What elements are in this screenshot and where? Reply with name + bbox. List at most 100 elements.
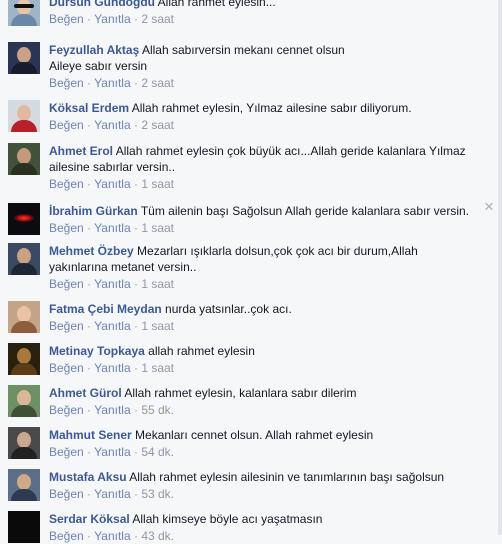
comment-text: Allah rahmet eylesin, Yılmaz ailesine sa… <box>131 101 412 115</box>
comment-actions: Beğen · Yanıtla · 55 dk. <box>49 402 489 418</box>
separator: · <box>87 76 92 90</box>
avatar[interactable] <box>8 0 40 26</box>
like-button[interactable]: Beğen <box>49 277 84 291</box>
comment-text: Allah rahmet eylesin çok büyük acı...All… <box>115 144 466 158</box>
comment-author[interactable]: Fatma Çebi Meydan <box>49 302 162 316</box>
separator: · <box>133 487 138 501</box>
comment-text: Allah rahmet eylesin ailesinin ve tanıml… <box>129 470 445 484</box>
reply-button[interactable]: Yanıtla <box>94 445 130 459</box>
scroll-edge <box>498 0 502 535</box>
avatar[interactable] <box>8 143 40 175</box>
avatar[interactable] <box>8 511 40 543</box>
comment-time[interactable]: 1 saat <box>141 319 174 333</box>
comment-actions: Beğen · Yanıtla · 1 saat <box>49 276 489 292</box>
separator: · <box>133 361 138 375</box>
comment-author[interactable]: Ahmet Gürol <box>49 386 122 400</box>
avatar[interactable] <box>8 385 40 417</box>
comment-author[interactable]: Mehmet Özbey <box>49 244 134 258</box>
like-button[interactable]: Beğen <box>49 221 84 235</box>
comment-time[interactable]: 1 saat <box>141 177 174 191</box>
separator: · <box>87 445 92 459</box>
comment-time[interactable]: 53 dk. <box>141 487 174 501</box>
like-button[interactable]: Beğen <box>49 177 84 191</box>
separator: · <box>133 319 138 333</box>
comment-actions: Beğen · Yanıtla · 2 saat <box>49 75 489 91</box>
like-button[interactable]: Beğen <box>49 76 84 90</box>
comment-text: allah rahmet eylesin <box>148 344 255 358</box>
avatar[interactable] <box>8 427 40 459</box>
comment-text: Allah rahmet eylesin... <box>157 0 276 9</box>
separator: · <box>133 12 138 26</box>
comment-author[interactable]: Köksal Erdem <box>49 101 129 115</box>
reply-button[interactable]: Yanıtla <box>94 361 130 375</box>
like-button[interactable]: Beğen <box>49 361 84 375</box>
separator: · <box>87 118 92 132</box>
comment-text: Allah rahmet eylesin, kalanlara sabır di… <box>124 386 357 400</box>
comment-body: Köksal Erdem Allah rahmet eylesin, Yılma… <box>49 100 489 133</box>
like-button[interactable]: Beğen <box>49 403 84 417</box>
comment-time[interactable]: 55 dk. <box>141 403 174 417</box>
comment-text: Mekanları cennet olsun. Allah rahmet eyl… <box>135 428 374 442</box>
avatar[interactable] <box>8 203 40 235</box>
comment-time[interactable]: 2 saat <box>141 12 174 26</box>
separator: · <box>133 529 138 543</box>
avatar[interactable] <box>8 42 40 74</box>
comment-body: Dursun Gündoğdu Allah rahmet eylesin... … <box>49 0 489 27</box>
separator: · <box>87 221 92 235</box>
comment-author[interactable]: Mustafa Aksu <box>49 470 127 484</box>
comment-text: Mezarları ışıklarla dolsun,çok çok acı b… <box>137 244 418 258</box>
comment-body: Serdar Köksal Allah kimseye böyle acı ya… <box>49 511 489 544</box>
comment-author[interactable]: Serdar Köksal <box>49 512 130 526</box>
reply-button[interactable]: Yanıtla <box>94 118 130 132</box>
separator: · <box>87 12 92 26</box>
like-button[interactable]: Beğen <box>49 487 84 501</box>
like-button[interactable]: Beğen <box>49 12 84 26</box>
comment-author[interactable]: İbrahim Gürkan <box>49 204 138 218</box>
reply-button[interactable]: Yanıtla <box>94 76 130 90</box>
comment-time[interactable]: 1 saat <box>141 221 174 235</box>
reply-button[interactable]: Yanıtla <box>94 403 130 417</box>
comment-text-continued: yakınlarına metanet versin.. <box>49 260 197 274</box>
avatar[interactable] <box>8 243 40 275</box>
reply-button[interactable]: Yanıtla <box>94 319 130 333</box>
reply-button[interactable]: Yanıtla <box>94 177 130 191</box>
reply-button[interactable]: Yanıtla <box>94 529 130 543</box>
like-button[interactable]: Beğen <box>49 319 84 333</box>
comment-text: Allah sabırversin mekanı cennet olsun <box>141 43 345 57</box>
reply-button[interactable]: Yanıtla <box>94 221 130 235</box>
reply-button[interactable]: Yanıtla <box>94 12 130 26</box>
comment-time[interactable]: 43 dk. <box>141 529 174 543</box>
comment-author[interactable]: Metinay Topkaya <box>49 344 145 358</box>
like-button[interactable]: Beğen <box>49 118 84 132</box>
separator: · <box>133 445 138 459</box>
comment-time[interactable]: 1 saat <box>141 361 174 375</box>
separator: · <box>133 277 138 291</box>
comment-author[interactable]: Dursun Gündoğdu <box>49 0 155 9</box>
comment-body: İbrahim Gürkan Tüm ailenin başı Sağolsun… <box>49 203 489 236</box>
avatar[interactable] <box>8 343 40 375</box>
like-button[interactable]: Beğen <box>49 445 84 459</box>
comment-actions: Beğen · Yanıtla · 54 dk. <box>49 444 489 460</box>
comment-body: Fatma Çebi Meydan nurda yatsınlar..çok a… <box>49 301 489 334</box>
comment-author[interactable]: Mahmut Sener <box>49 428 132 442</box>
separator: · <box>133 403 138 417</box>
comment-time[interactable]: 2 saat <box>141 118 174 132</box>
comment-time[interactable]: 2 saat <box>141 76 174 90</box>
separator: · <box>133 76 138 90</box>
reply-button[interactable]: Yanıtla <box>94 487 130 501</box>
comment-actions: Beğen · Yanıtla · 1 saat <box>49 176 489 192</box>
close-icon[interactable]: × <box>482 198 496 215</box>
reply-button[interactable]: Yanıtla <box>94 277 130 291</box>
avatar[interactable] <box>8 469 40 501</box>
comment-time[interactable]: 54 dk. <box>141 445 174 459</box>
avatar[interactable] <box>8 100 40 132</box>
comment-text: Allah kimseye böyle acı yaşatmasın <box>132 512 323 526</box>
comment-actions: Beğen · Yanıtla · 2 saat <box>49 11 489 27</box>
like-button[interactable]: Beğen <box>49 529 84 543</box>
comment-author[interactable]: Ahmet Erol <box>49 144 113 158</box>
comment-time[interactable]: 1 saat <box>141 277 174 291</box>
avatar[interactable] <box>8 301 40 333</box>
comment-author[interactable]: Feyzullah Aktaş <box>49 43 139 57</box>
comment-body: Mustafa Aksu Allah rahmet eylesin ailesi… <box>49 469 489 502</box>
comment-actions: Beğen · Yanıtla · 2 saat <box>49 117 489 133</box>
